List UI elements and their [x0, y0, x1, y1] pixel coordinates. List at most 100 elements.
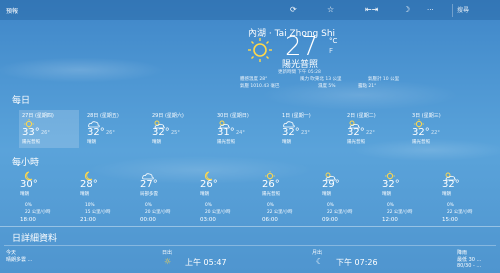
more-button[interactable]: ···: [427, 5, 434, 15]
day-name: 2日 (星期二): [347, 113, 376, 119]
day-high: 32°: [152, 127, 170, 138]
detail-feels-like: 體感溫度 28°: [240, 77, 268, 82]
detail-dew-point: 露點 21°: [358, 84, 377, 89]
rain-label: 降雨: [457, 250, 468, 256]
updated-time: 更新時間 下午 05:28: [278, 70, 321, 75]
hour-time: 00:00: [140, 217, 156, 223]
day-card[interactable]: 2日 (星期二) 32° 22° 陽光普照: [344, 110, 404, 148]
hour-condition: 晴朗: [442, 192, 451, 197]
hour-time: 15:00: [442, 217, 458, 223]
day-condition: 陽光普照: [347, 140, 365, 145]
search-input[interactable]: 搜尋: [452, 4, 496, 17]
hour-wind: 22 公里/小時: [327, 210, 353, 215]
hour-rain-chance: 10%: [85, 203, 95, 208]
hour-rain-chance: 0%: [145, 203, 152, 208]
hourly-divider: [0, 226, 500, 227]
hour-temperature: 32°: [382, 179, 400, 190]
hour-rain-chance: 0%: [387, 203, 394, 208]
pin-icon[interactable]: ⇤⇥: [365, 5, 378, 15]
day-high: 32°: [282, 127, 300, 138]
hour-temperature: 28°: [80, 179, 98, 190]
hour-wind: 20 公里/小時: [205, 210, 231, 215]
today-label: 今天: [6, 250, 17, 256]
hour-column: 28° 晴朗 10% 15 公里/小時 21:00: [80, 168, 140, 226]
hourly-section-title: 每小時: [12, 158, 40, 168]
day-name: 27日 (星期四): [22, 113, 54, 119]
hour-wind: 15 公里/小時: [85, 210, 111, 215]
day-low: 22°: [366, 130, 375, 136]
day-card[interactable]: 30日 (星期日) 31° 24° 陽光普照: [214, 110, 274, 148]
detail-pressure: 氣壓 1010.43 毫巴: [240, 84, 280, 89]
day-card[interactable]: 28日 (星期五) 32° 26° 晴朗: [84, 110, 144, 148]
hour-column: 26° 晴朗 0% 20 公里/小時 03:00: [200, 168, 260, 226]
rain-subtext: 80/30 - ...: [457, 263, 482, 269]
hour-condition: 晴朗: [80, 192, 89, 197]
moon-icon: ☾: [316, 257, 324, 266]
day-condition: 陽光普照: [22, 140, 40, 145]
day-high: 32°: [347, 127, 365, 138]
day-low: 23°: [301, 130, 310, 136]
hour-wind: 22 公里/小時: [447, 210, 473, 215]
hour-temperature: 30°: [20, 179, 38, 190]
unit-fahrenheit-toggle[interactable]: F: [329, 47, 333, 55]
hour-column: 29° 晴朗 0% 22 公里/小時 09:00: [322, 168, 382, 226]
star-icon[interactable]: ☆: [327, 5, 334, 15]
day-name: 3日 (星期三): [412, 113, 441, 119]
hour-column: 26° 陽光普照 0% 22 公里/小時 06:00: [262, 168, 322, 226]
hour-column: 32° 晴朗 0% 22 公里/小時 12:00: [382, 168, 442, 226]
day-high: 32°: [87, 127, 105, 138]
hour-condition: 晴朗: [322, 192, 331, 197]
unit-celsius-toggle[interactable]: °C: [329, 37, 337, 45]
detail-wind: 風力 吹東北 13 公里: [300, 77, 342, 82]
hour-temperature: 26°: [262, 179, 280, 190]
hour-rain-chance: 0%: [267, 203, 274, 208]
day-low: 26°: [106, 130, 115, 136]
day-name: 1日 (星期一): [282, 113, 311, 119]
hour-column: 27° 局部多雲 0% 20 公里/小時 00:00: [140, 168, 200, 226]
sun-icon: ☼: [164, 257, 172, 266]
sunrise-label: 日出: [162, 250, 173, 256]
day-low: 24°: [236, 130, 245, 136]
hour-condition: 晴朗: [20, 192, 29, 197]
daily-section-title: 每日: [12, 96, 31, 106]
day-low: 22°: [431, 130, 440, 136]
hour-condition: 晴朗: [382, 192, 391, 197]
day-name: 28日 (星期五): [87, 113, 119, 119]
refresh-icon[interactable]: ⟳: [290, 5, 297, 15]
hour-temperature: 26°: [200, 179, 218, 190]
day-low: 26°: [41, 130, 50, 136]
day-condition: 陽光普照: [217, 140, 235, 145]
daily-details-title: 日詳細資料: [12, 234, 58, 244]
day-name: 29日 (星期六): [152, 113, 184, 119]
day-high: 32°: [412, 127, 430, 138]
rain-text: 最低 30 ...: [457, 257, 482, 263]
moonrise-label: 月出: [312, 250, 323, 256]
details-divider: [4, 245, 496, 246]
moon-icon[interactable]: ☽: [403, 5, 410, 15]
hour-column: 32° 晴朗 0% 22 公里/小時 15:00: [442, 168, 500, 226]
hour-time: 09:00: [322, 217, 338, 223]
hour-wind: 22 公里/小時: [25, 210, 51, 215]
hour-time: 12:00: [382, 217, 398, 223]
hour-time: 21:00: [80, 217, 96, 223]
hour-wind: 20 公里/小時: [145, 210, 171, 215]
day-condition: 陽光普照: [412, 140, 430, 145]
day-card[interactable]: 29日 (星期六) 32° 25° 晴朗: [149, 110, 209, 148]
hour-temperature: 29°: [322, 179, 340, 190]
sunrise-time: 上午 05:47: [185, 258, 227, 267]
top-bar: 預報 ⟳ ☆ ⇤⇥ ☽ ··· 搜尋: [0, 0, 500, 20]
hour-temperature: 32°: [442, 179, 460, 190]
hour-time: 06:00: [262, 217, 278, 223]
day-card[interactable]: 3日 (星期三) 32° 22° 陽光普照: [409, 110, 469, 148]
hour-condition: 陽光普照: [262, 192, 280, 197]
day-card[interactable]: 1日 (星期一) 32° 23° 晴朗: [279, 110, 339, 148]
day-card[interactable]: 27日 (星期四) 33° 26° 陽光普照: [19, 110, 79, 148]
hour-column: 30° 晴朗 0% 22 公里/小時 18:00: [20, 168, 80, 226]
hour-condition: 局部多雲: [140, 192, 158, 197]
detail-visibility: 氣壓計 10 公里: [368, 77, 400, 82]
hour-time: 18:00: [20, 217, 36, 223]
app-title: 預報: [6, 8, 19, 15]
day-high: 33°: [22, 127, 40, 138]
today-summary: 晴朗多雲 ...: [6, 257, 33, 263]
day-condition: 晴朗: [282, 140, 291, 145]
